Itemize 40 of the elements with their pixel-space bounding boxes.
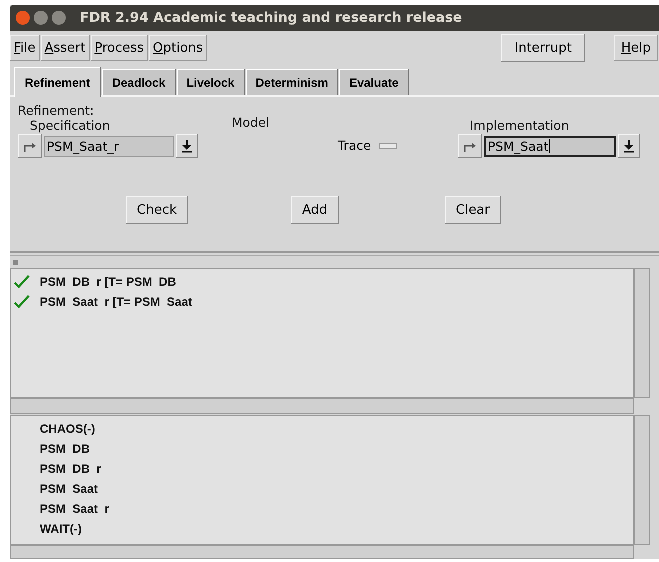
assertion-item[interactable]: PSM_DB_r [T= PSM_DB — [40, 275, 176, 289]
action-button[interactable]: Add — [291, 196, 339, 224]
menu-item[interactable]: Process — [90, 35, 148, 61]
tab[interactable]: Determinism — [246, 69, 338, 95]
tab[interactable]: Evaluate — [339, 69, 409, 95]
name-list-item[interactable]: PSM_DB — [40, 442, 90, 456]
field-label: Model — [232, 115, 270, 130]
menu-item[interactable]: Help — [614, 35, 658, 61]
close-icon[interactable] — [16, 11, 30, 25]
interrupt-button[interactable]: Interrupt — [501, 34, 586, 62]
input-field[interactable]: PSM_Saat_r — [44, 136, 174, 156]
download-icon[interactable] — [176, 134, 198, 158]
input-field[interactable]: PSM_Saat — [484, 136, 616, 156]
tab[interactable]: Livelock — [176, 69, 245, 95]
field-label: Implementation — [470, 118, 570, 133]
name-list-item[interactable]: PSM_Saat_r — [40, 502, 110, 516]
tab[interactable]: Deadlock — [102, 69, 176, 95]
maximize-icon[interactable] — [52, 11, 66, 25]
action-button[interactable]: Clear — [445, 196, 501, 224]
download-icon[interactable] — [618, 134, 640, 158]
minimize-icon[interactable] — [34, 11, 48, 25]
name-list-item[interactable]: PSM_Saat — [40, 482, 98, 496]
assertion-item[interactable]: PSM_Saat_r [T= PSM_Saat — [40, 295, 192, 309]
model-dropdown[interactable]: Trace — [336, 136, 400, 155]
horizontal-scrollbar[interactable] — [10, 545, 634, 559]
menu-item[interactable]: Options — [149, 35, 208, 61]
vertical-scrollbar[interactable] — [634, 268, 650, 398]
name-list-item[interactable]: WAIT(-) — [40, 522, 82, 536]
name-list-item[interactable]: PSM_DB_r — [40, 462, 102, 476]
section-label: Refinement: — [18, 103, 96, 118]
vertical-scrollbar[interactable] — [634, 415, 650, 545]
tab[interactable]: Refinement — [14, 67, 102, 97]
name-list-item[interactable]: CHAOS(-) — [40, 422, 96, 436]
menu-item[interactable]: Assert — [40, 35, 90, 61]
window-title: FDR 2.94 Academic teaching and research release — [80, 10, 462, 26]
resize-grip[interactable] — [13, 260, 18, 264]
horizontal-scrollbar[interactable] — [10, 398, 634, 414]
field-label: Specification — [30, 118, 112, 133]
action-button[interactable]: Check — [126, 196, 188, 224]
menu-item[interactable]: File — [10, 35, 40, 61]
